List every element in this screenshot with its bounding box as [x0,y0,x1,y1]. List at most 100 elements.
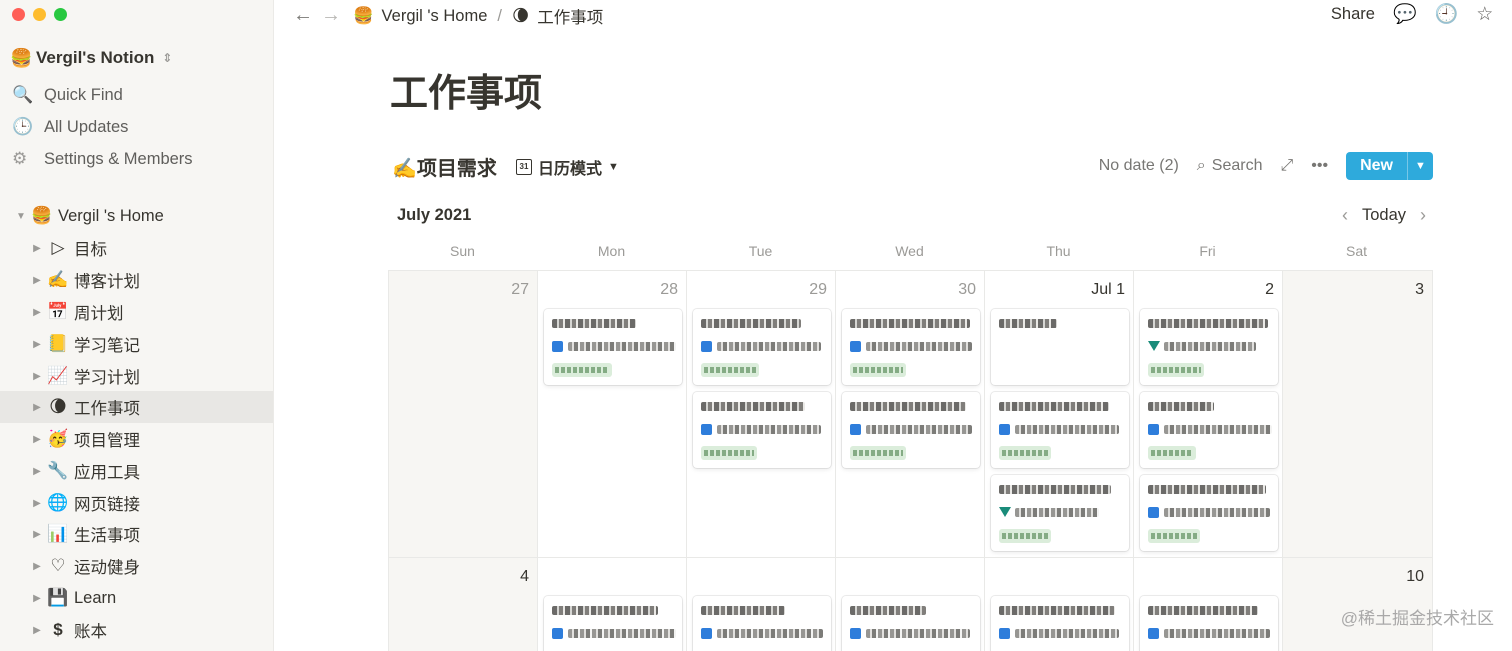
day-cell[interactable]: 27 [389,271,538,558]
property-icon [552,628,563,639]
event-card[interactable] [1140,392,1278,468]
expand-icon[interactable]: ⤢ [1280,157,1293,175]
share-button[interactable]: Share [1331,5,1375,24]
month-label: July 2021 [397,206,472,224]
event-card[interactable] [991,392,1129,468]
event-card[interactable] [991,475,1129,551]
page-title[interactable]: 工作事项 [390,62,542,117]
today-button[interactable]: Today [1362,206,1406,225]
event-card[interactable] [842,309,980,385]
chevron-down-icon[interactable]: ▼ [1407,152,1433,180]
chevron-right-icon[interactable]: › [1420,205,1426,226]
event-title [701,606,785,615]
breadcrumb-home[interactable]: Vergil 's Home [382,7,488,26]
event-card[interactable] [693,309,831,385]
sidebar-item-home[interactable]: ▼ 🍔 Vergil 's Home [0,200,273,232]
event-card[interactable] [544,309,682,385]
event-property [1164,425,1272,434]
caret-right-icon[interactable]: ▶ [30,275,44,286]
caret-right-icon[interactable]: ▶ [30,339,44,350]
event-property [1164,629,1270,638]
event-property [1015,425,1119,434]
minimize-window-button[interactable] [33,8,46,21]
view-selector[interactable]: 31 日历模式 ▼ [516,155,619,179]
event-card[interactable] [693,596,831,651]
event-card[interactable] [544,596,682,651]
event-card[interactable] [991,596,1129,651]
caret-right-icon[interactable]: ▶ [30,561,44,572]
sidebar-item-goals[interactable]: ▶ ▷ 目标 [0,232,273,264]
sidebar-item-work-items[interactable]: ▶ 🌘 工作事项 [0,391,273,423]
sidebar-item-tools[interactable]: ▶ 🔧 应用工具 [0,455,273,487]
property-icon [1148,424,1159,435]
all-updates-button[interactable]: 🕒 All Updates [12,114,128,140]
caret-right-icon[interactable]: ▶ [30,307,44,318]
settings-members-button[interactable]: ⚙ Settings & Members [12,146,193,172]
sidebar-item-study-notes[interactable]: ▶ 📒 学习笔记 [0,328,273,360]
event-card[interactable] [1140,309,1278,385]
event-card[interactable] [693,392,831,468]
day-cell[interactable]: 29 [687,271,836,558]
caret-right-icon[interactable]: ▶ [30,625,44,636]
search-button[interactable]: ⌕ Search [1197,157,1263,175]
history-icon[interactable]: 🕘 [1435,2,1459,26]
day-cell[interactable]: 2 [1134,271,1283,558]
sidebar-item-ledger[interactable]: ▶ $ 账本 [0,614,273,646]
day-cell[interactable] [1134,558,1283,651]
workspace-switcher[interactable]: 🍔 Vergil's Notion ⇕ [10,46,172,70]
event-card[interactable] [1140,475,1278,551]
day-cell[interactable]: Jul 1 [985,271,1134,558]
caret-right-icon[interactable]: ▶ [30,466,44,477]
sidebar-item-label: 运动健身 [74,559,140,577]
day-cell[interactable] [687,558,836,651]
sidebar-item-project-mgmt[interactable]: ▶ 🥳 项目管理 [0,423,273,455]
more-icon[interactable]: ••• [1311,157,1328,175]
day-cell[interactable] [538,558,687,651]
sidebar-item-study-plan[interactable]: ▶ 📈 学习计划 [0,360,273,392]
event-card[interactable] [842,596,980,651]
maximize-window-button[interactable] [54,8,67,21]
day-cell[interactable] [985,558,1134,651]
sidebar-item-life[interactable]: ▶ 📊 生活事项 [0,518,273,550]
caret-right-icon[interactable]: ▶ [30,243,44,254]
party-face-icon: 🥳 [47,429,69,448]
event-title [552,606,658,615]
back-arrow-icon[interactable]: ← [293,4,313,27]
caret-right-icon[interactable]: ▶ [30,529,44,540]
caret-right-icon[interactable]: ▶ [30,498,44,509]
sidebar-item-fitness[interactable]: ▶ ♡ 运动健身 [0,550,273,582]
event-property [1015,629,1119,638]
floppy-disk-icon: 💾 [47,588,69,607]
new-button[interactable]: New ▼ [1346,152,1433,180]
caret-right-icon[interactable]: ▶ [30,593,44,604]
database-title[interactable]: ✍️项目需求 [392,152,497,181]
day-cell[interactable]: 3 [1283,271,1433,558]
caret-right-icon[interactable]: ▶ [30,402,44,413]
caret-down-icon[interactable]: ▼ [14,211,28,222]
caret-right-icon[interactable]: ▶ [30,371,44,382]
day-number: 27 [511,281,529,298]
quick-find-button[interactable]: 🔍 Quick Find [12,82,123,108]
forward-arrow-icon[interactable]: → [321,4,341,27]
chevron-left-icon[interactable]: ‹ [1342,205,1348,226]
sidebar-item-blog-plan[interactable]: ▶ ✍️ 博客计划 [0,264,273,296]
sidebar-item-week-plan[interactable]: ▶ 📅 周计划 [0,296,273,328]
caret-right-icon[interactable]: ▶ [30,434,44,445]
day-cell[interactable]: 4 [389,558,538,651]
no-date-button[interactable]: No date (2) [1099,157,1179,175]
close-window-button[interactable] [12,8,25,21]
comment-icon[interactable]: 💬 [1393,2,1417,26]
sidebar-item-learn[interactable]: ▶ 💾 Learn [0,582,273,614]
day-cell[interactable]: 30 [836,271,985,558]
day-cell[interactable]: 28 [538,271,687,558]
new-button-label[interactable]: New [1346,152,1407,180]
day-cell[interactable] [836,558,985,651]
star-icon[interactable]: ☆ [1476,3,1493,26]
breadcrumb-current[interactable]: 工作事项 [537,4,603,28]
event-card[interactable] [991,309,1129,385]
calendar-nav: ‹ Today › [1342,205,1426,226]
sidebar-item-web-links[interactable]: ▶ 🌐 网页链接 [0,487,273,519]
event-card[interactable] [1140,596,1278,651]
event-card[interactable] [842,392,980,468]
event-property [866,342,972,351]
